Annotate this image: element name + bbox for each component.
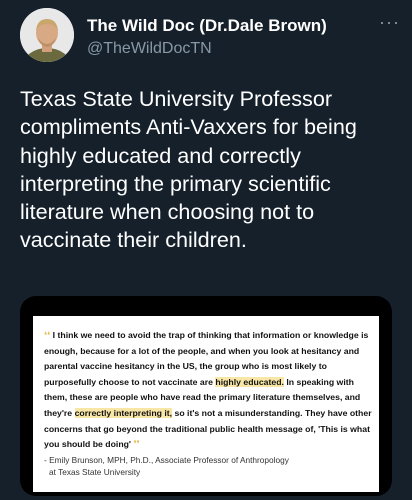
- quote-body: ❛❛ I think we need to avoid the trap of …: [44, 328, 376, 453]
- tweet-page: The Wild Doc (Dr.Dale Brown) @TheWildDoc…: [0, 0, 412, 500]
- avatar[interactable]: [20, 8, 74, 62]
- attribution-line-2: at Texas State University: [49, 467, 141, 477]
- user-handle[interactable]: @TheWildDocTN: [87, 40, 212, 58]
- quote-highlight-correctly-interpreting: correctly interpreting it,: [74, 407, 173, 418]
- more-options-icon[interactable]: ···: [379, 12, 400, 33]
- display-name[interactable]: The Wild Doc (Dr.Dale Brown): [87, 16, 327, 36]
- close-quote-icon: ❜❜: [133, 439, 140, 450]
- tweet-header: The Wild Doc (Dr.Dale Brown) @TheWildDoc…: [20, 8, 400, 68]
- quote-card: ❛❛ I think we need to avoid the trap of …: [33, 316, 379, 492]
- quote-attribution: - Emily Brunson, MPH, Ph.D., Associate P…: [44, 454, 374, 478]
- open-quote-icon: ❛❛: [44, 330, 51, 340]
- tweet-media[interactable]: ❛❛ I think we need to avoid the trap of …: [20, 296, 392, 496]
- attribution-line-1: - Emily Brunson, MPH, Ph.D., Associate P…: [44, 455, 289, 465]
- quote-highlight-highly-educated: highly educated.: [215, 376, 284, 387]
- tweet-text: Texas State University Professor complim…: [20, 86, 357, 253]
- avatar-image: [20, 8, 74, 62]
